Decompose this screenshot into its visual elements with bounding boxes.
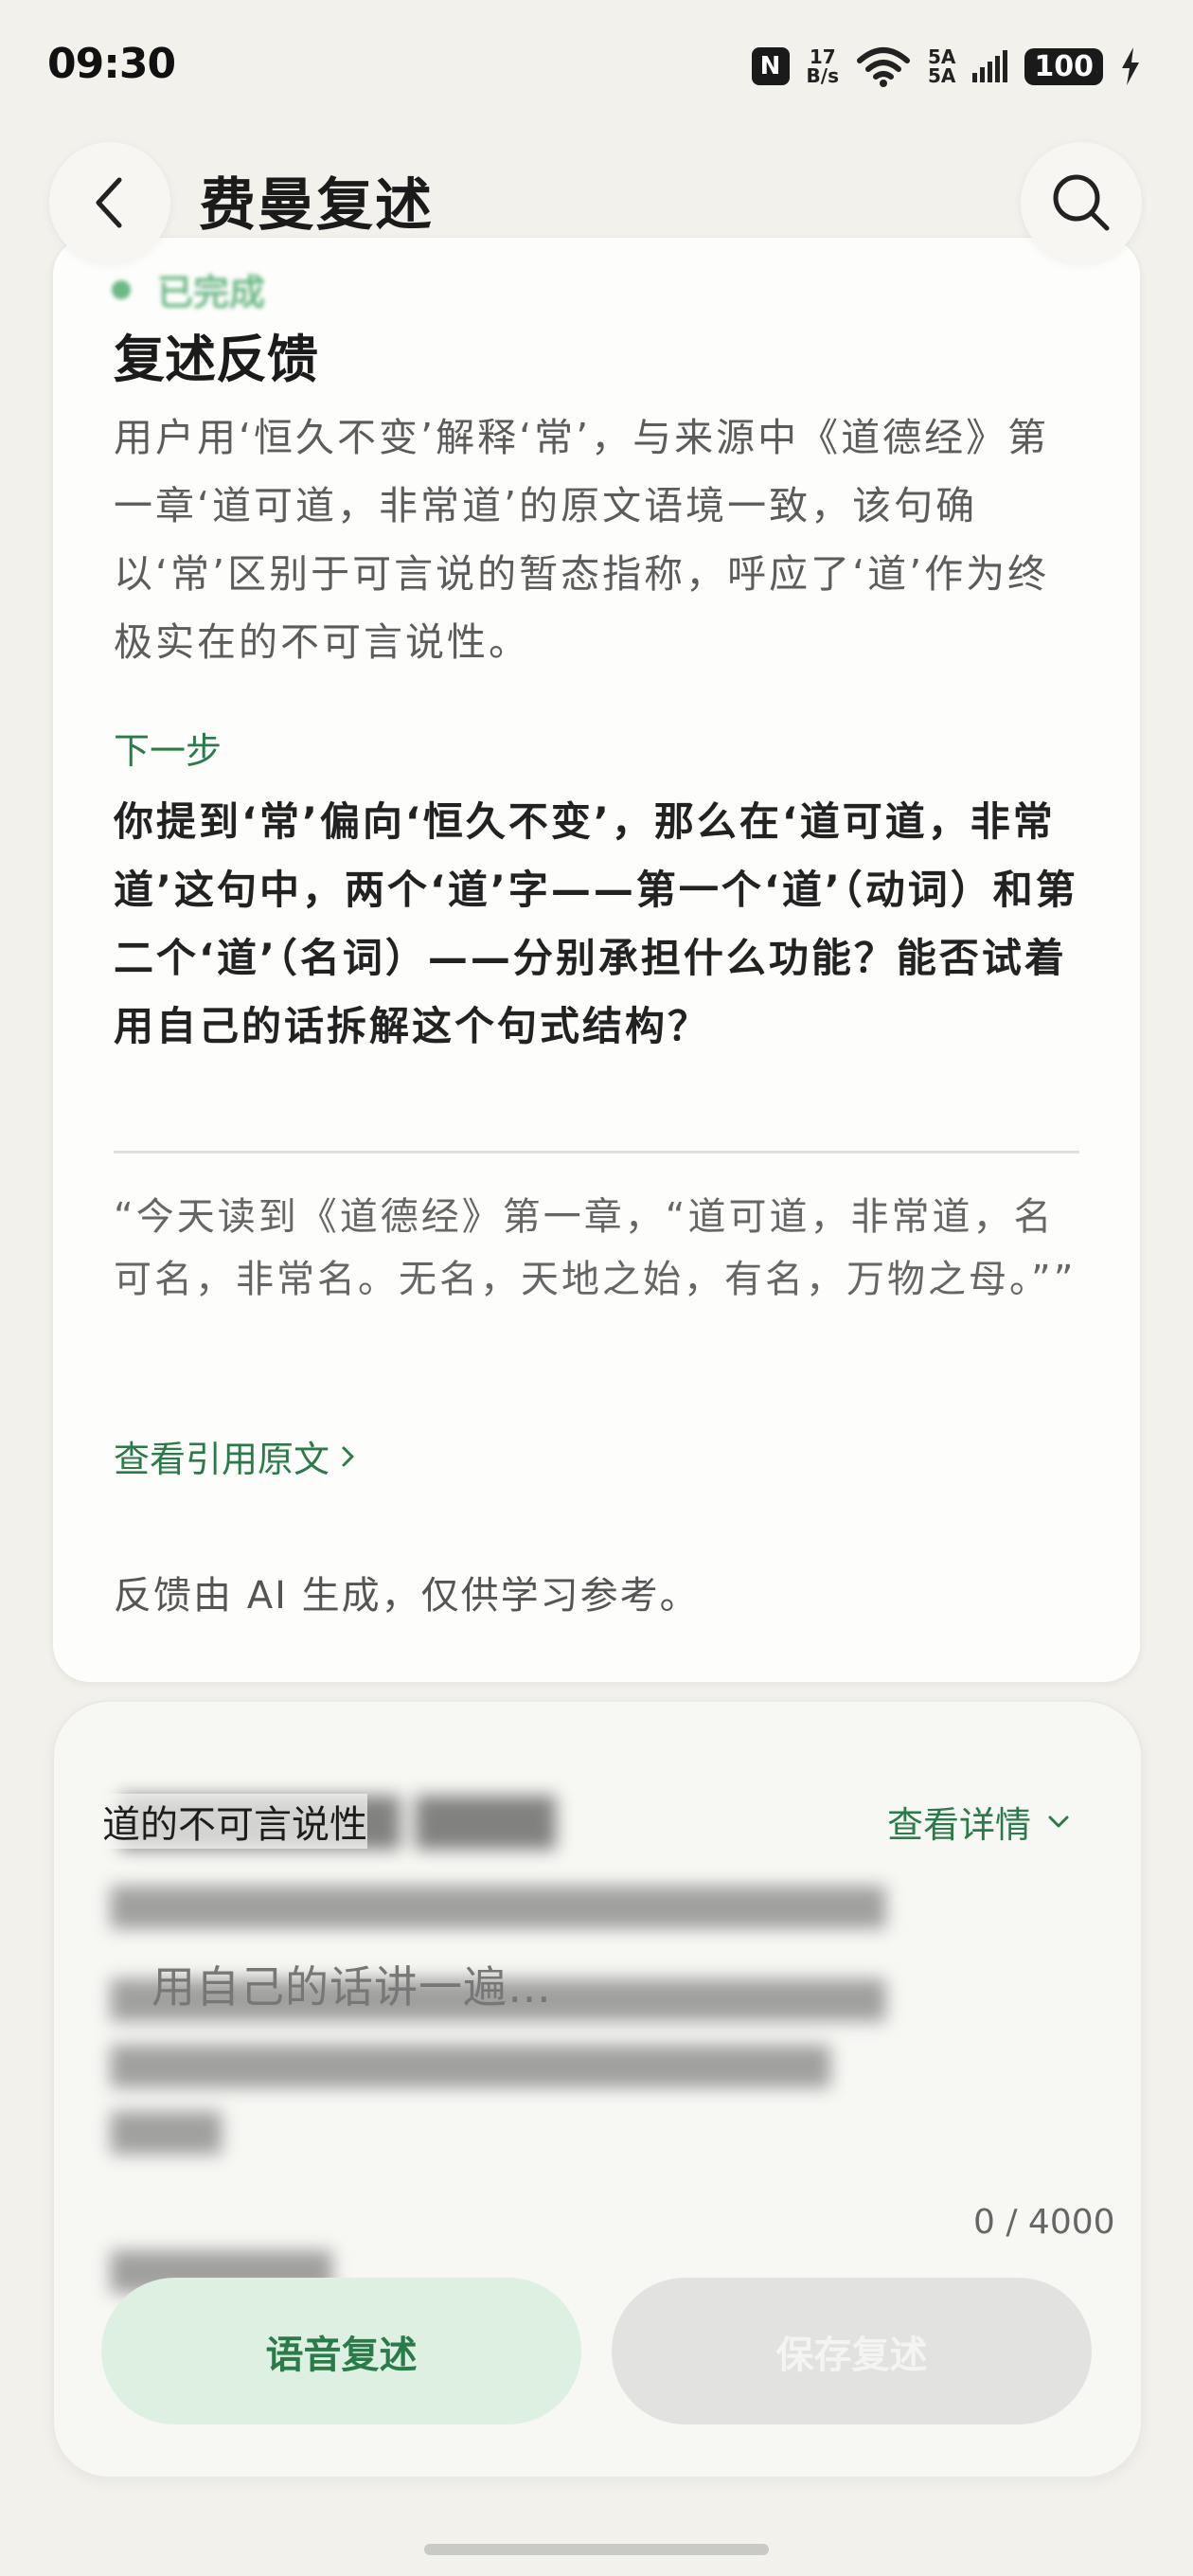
search-button[interactable] [1021,142,1142,263]
network-speed-value: 17 [809,45,836,68]
network-speed: 17 B/s [807,47,839,85]
battery-icon: 100 [1024,47,1103,85]
completed-label: 已完成 [157,272,266,313]
home-indicator[interactable] [424,2544,769,2555]
chevron-left-icon [96,177,122,228]
save-retell-button[interactable]: 保存复述 [612,2278,1092,2424]
status-time: 09:30 [47,40,176,88]
feedback-title: 复述反馈 [114,330,318,389]
feedback-body: 用户用‘恒久不变’解释‘常’，与来源中《道德经》第一章‘道可道，非常道’的原文语… [114,415,1050,665]
page-title: 费曼复述 [199,172,434,239]
status-bar: 09:30 N 17 B/s 5A 5A 100 [0,0,1193,133]
retell-input[interactable]: 用自己的话讲一遍… [151,1953,552,2015]
divider [114,1151,1079,1154]
character-counter: 0 / 4000 [973,2203,1115,2242]
status-icons: N 17 B/s 5A 5A 100 [751,45,1141,87]
blurred-background-text: ████████████████████████████ [111,1887,886,1928]
chevron-down-icon [1048,1816,1069,1827]
chevron-right-icon [342,1446,354,1466]
next-step-question: 你提到‘常’偏向‘恒久不变’，那么在‘道可道，非常道’这句中，两个‘道’字——第… [114,798,1078,1049]
ai-disclaimer: 反馈由 AI 生成，仅供学习参考。 [114,1574,700,1618]
view-details-toggle[interactable]: 查看详情 [887,1796,1071,1848]
next-step-label: 下一步 [114,730,223,772]
source-quote: “今天读到《道德经》第一章，“道可道，非常道，名可名，非常名。无名，天地之始，有… [114,1195,1077,1301]
view-citation-label: 查看引用原文 [114,1439,330,1480]
completed-dot-icon [112,279,131,299]
voice-retell-button[interactable]: 语音复述 [101,2278,581,2424]
back-button[interactable] [49,142,170,263]
topic-title: 道的不可言说性 [102,1794,367,1849]
nfc-icon: N [751,47,790,85]
view-citation-link[interactable]: 查看引用原文 [114,1430,356,1482]
sim1-label: 5A [927,45,956,68]
signal-icon [972,50,1008,82]
sim-labels: 5A 5A [928,47,955,85]
charging-icon [1122,47,1139,85]
wifi-icon [856,47,910,87]
view-details-label: 查看详情 [887,1804,1032,1846]
completed-status: 已完成 [112,263,265,315]
search-icon [1053,174,1110,231]
sim2-label: 5A [927,64,956,87]
network-speed-unit: B/s [806,64,839,87]
